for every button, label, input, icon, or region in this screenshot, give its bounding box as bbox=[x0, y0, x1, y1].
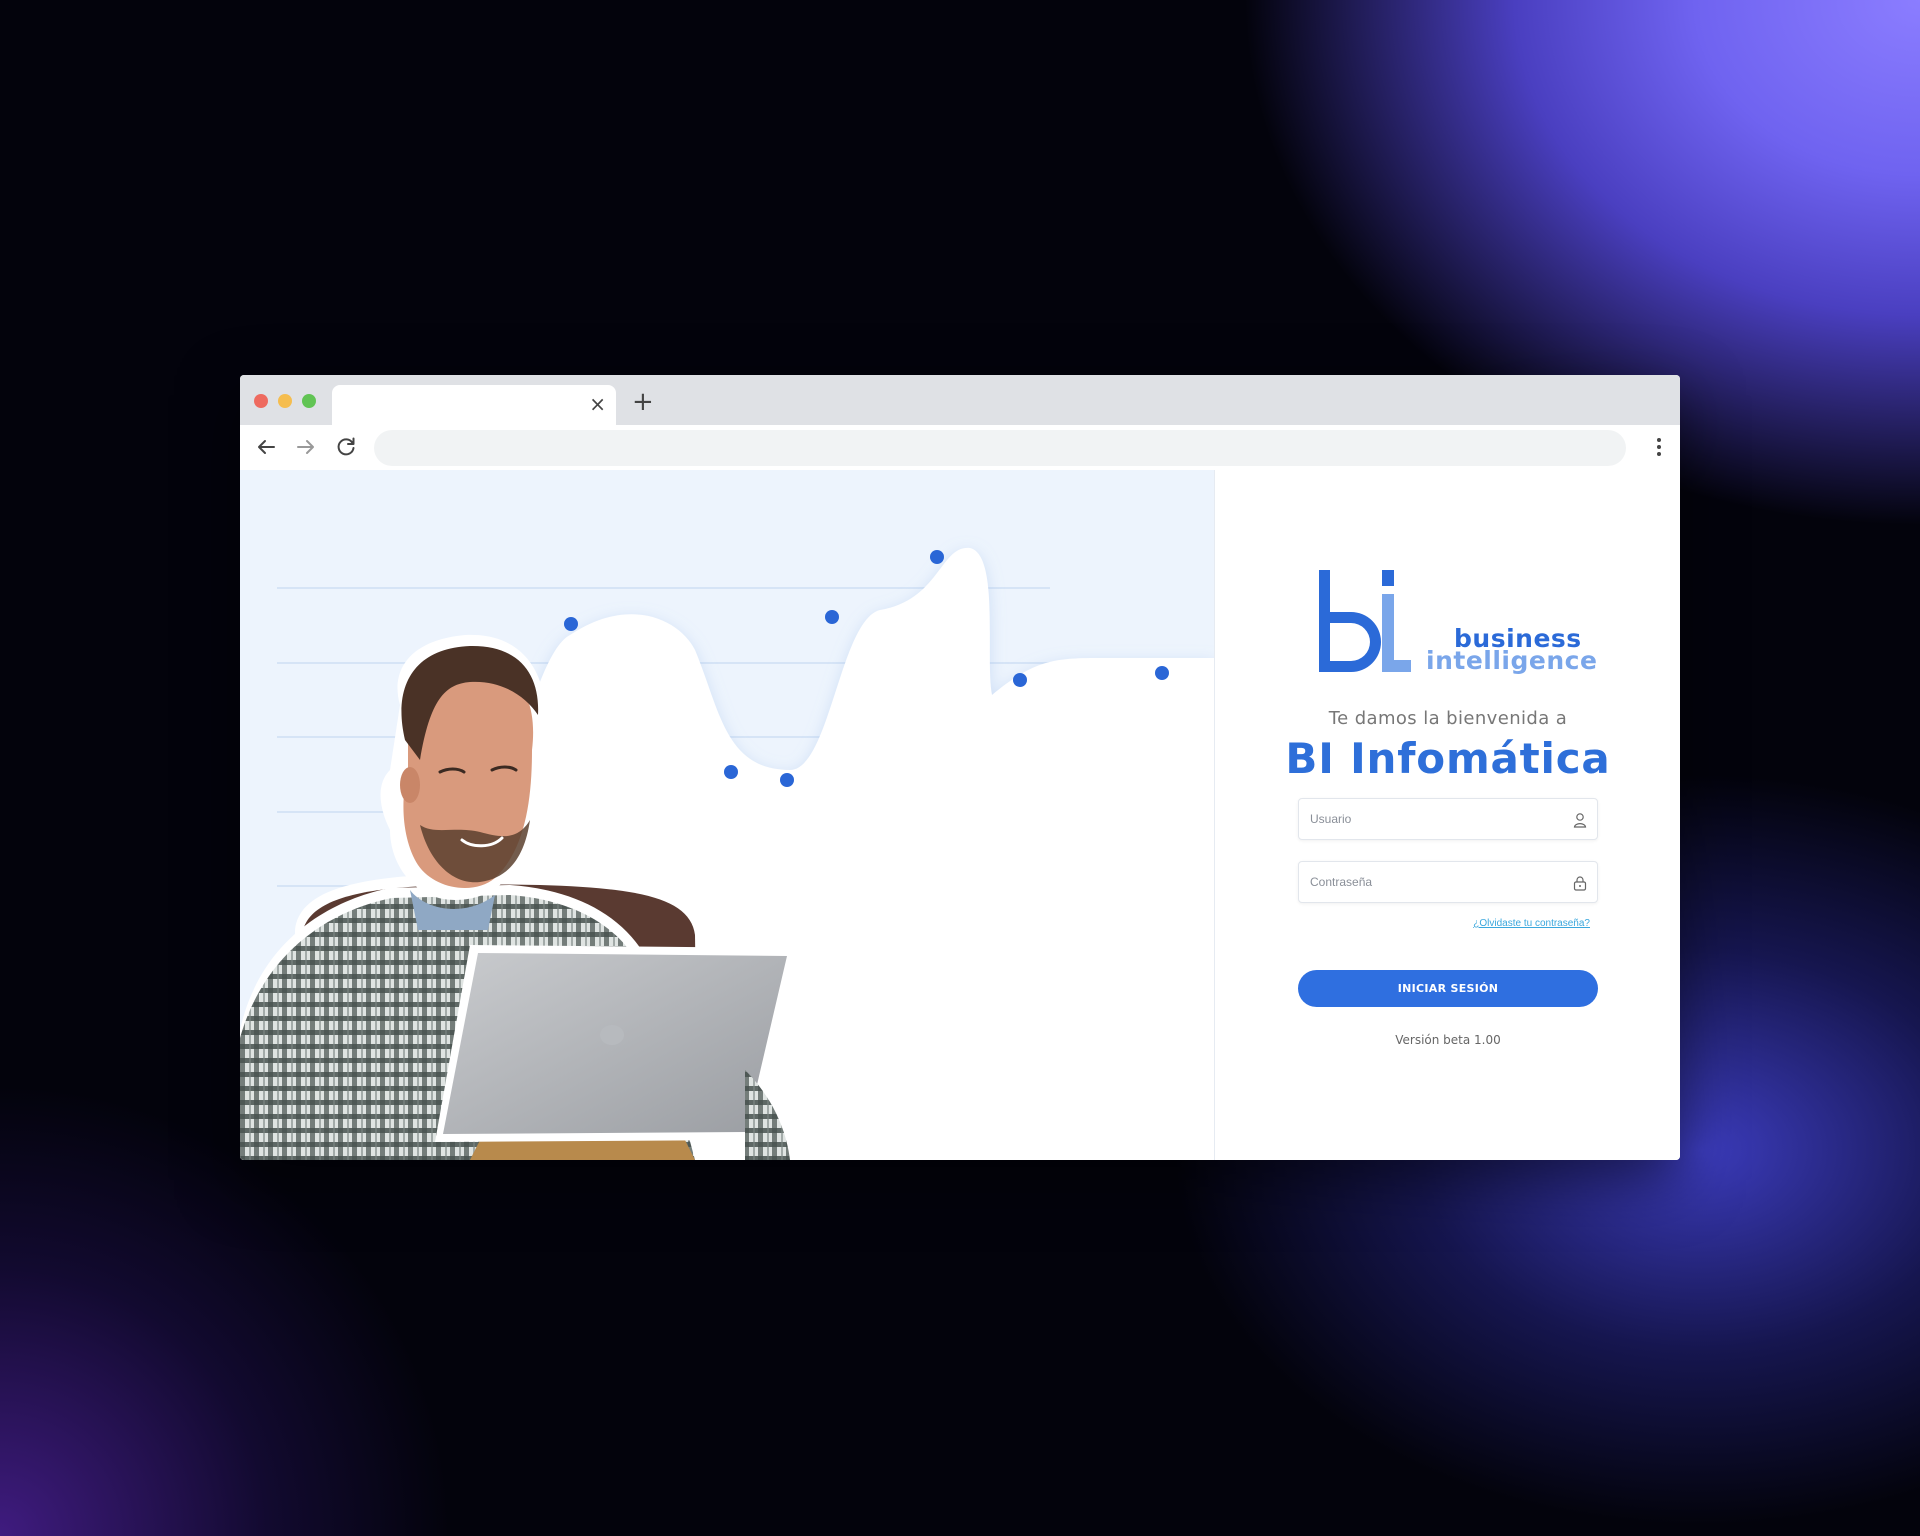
login-panel: business intelligence Te damos la bienve… bbox=[1214, 470, 1680, 1160]
close-icon[interactable]: × bbox=[589, 393, 606, 415]
username-field bbox=[1298, 798, 1598, 840]
page-content: business intelligence Te damos la bienve… bbox=[240, 470, 1680, 1160]
login-button[interactable]: INICIAR SESIÓN bbox=[1298, 970, 1598, 1007]
password-input[interactable] bbox=[1299, 862, 1597, 902]
version-text: Versión beta 1.00 bbox=[1395, 1033, 1501, 1047]
window-maximize-button[interactable] bbox=[302, 394, 316, 408]
chart-point bbox=[1013, 673, 1027, 687]
chart-point bbox=[1155, 666, 1169, 680]
forgot-password-link[interactable]: ¿Olvidaste tu contraseña? bbox=[1473, 918, 1590, 929]
back-arrow-icon[interactable] bbox=[252, 433, 280, 461]
window-close-button[interactable] bbox=[254, 394, 268, 408]
forward-arrow-icon[interactable] bbox=[292, 433, 320, 461]
more-vertical-icon[interactable] bbox=[1652, 434, 1666, 460]
brand-title: BI Infomática bbox=[1285, 734, 1611, 783]
hero-illustration bbox=[240, 547, 1214, 1160]
browser-toolbar bbox=[240, 425, 1680, 470]
logo-text-intelligence: intelligence bbox=[1426, 646, 1598, 675]
browser-window: × + business intelligence Te damos la bi… bbox=[240, 375, 1680, 1160]
reload-icon[interactable] bbox=[332, 433, 360, 461]
window-minimize-button[interactable] bbox=[278, 394, 292, 408]
chart-point bbox=[930, 550, 944, 564]
password-field bbox=[1298, 861, 1598, 903]
browser-tab[interactable]: × bbox=[332, 385, 616, 425]
chart-point bbox=[780, 773, 794, 787]
lock-icon bbox=[1573, 876, 1587, 891]
chart-point bbox=[724, 765, 738, 779]
user-icon bbox=[1573, 813, 1587, 828]
hero-panel bbox=[240, 470, 1214, 1160]
username-input[interactable] bbox=[1299, 799, 1597, 839]
bi-logo: business intelligence bbox=[1319, 570, 1597, 678]
welcome-text: Te damos la bienvenida a bbox=[1328, 708, 1568, 729]
address-bar[interactable] bbox=[374, 430, 1626, 466]
plus-icon[interactable]: + bbox=[632, 389, 654, 415]
browser-titlebar: × + bbox=[240, 375, 1680, 425]
chart-point bbox=[564, 617, 578, 631]
chart-point bbox=[825, 610, 839, 624]
